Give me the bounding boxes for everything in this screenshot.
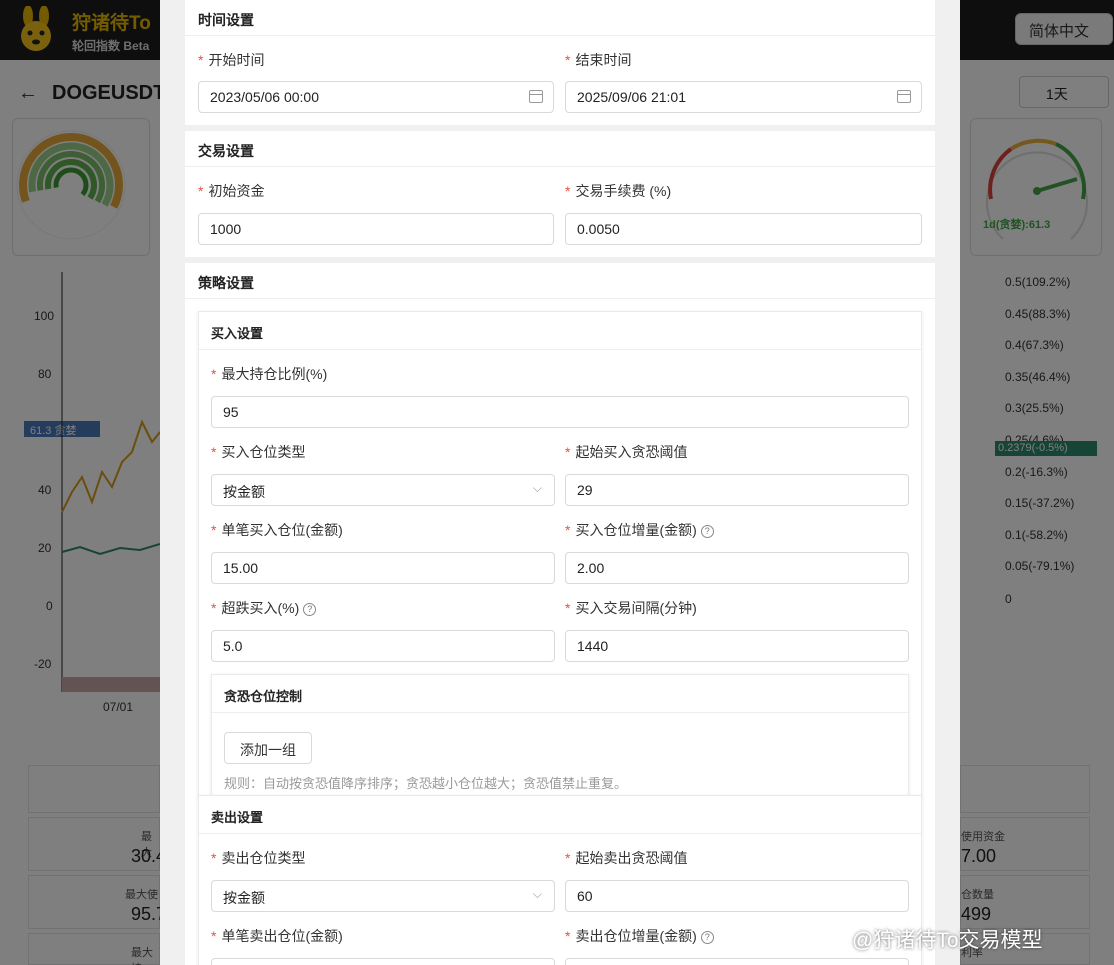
- help-icon[interactable]: ?: [700, 931, 714, 944]
- sell-increment-input[interactable]: [565, 958, 909, 965]
- initial-capital-label: * 初始资金: [198, 183, 265, 199]
- max-position-label: * 最大持仓比例(%): [211, 366, 328, 382]
- sell-position-type-value: 按金额: [223, 890, 265, 906]
- start-time-picker[interactable]: 2023/05/06 00:00: [198, 81, 554, 113]
- buy-position-type-value: 按金额: [223, 484, 265, 500]
- sell-position-type-label: * 卖出仓位类型: [211, 850, 306, 866]
- time-settings-section: 时间设置 * 开始时间 * 结束时间 2023/05/06 00:00 2025/0…: [185, 0, 935, 125]
- trading-fee-label: * 交易手续费 (%): [565, 183, 672, 199]
- sell-start-threshold-input[interactable]: 60: [565, 880, 909, 912]
- buy-interval-input[interactable]: 1440: [565, 630, 909, 662]
- buy-single-position-label: * 单笔买入仓位(金额): [211, 522, 343, 538]
- calendar-icon: [897, 90, 911, 103]
- max-position-input[interactable]: 95: [211, 396, 909, 428]
- sell-single-position-label: * 单笔卖出仓位(金额): [211, 928, 343, 944]
- buy-single-position-input[interactable]: 15.00: [211, 552, 555, 584]
- buy-position-type-select[interactable]: 按金额 ⌵: [211, 474, 555, 506]
- fear-greed-control-card: 贪恐仓位控制 添加一组 规则：自动按贪恐值降序排序；贪恐越小仓位越大；贪恐值禁止…: [211, 674, 909, 800]
- sell-settings-title: 卖出设置: [199, 796, 921, 834]
- rule-text: 规则：自动按贪恐值降序排序；贪恐越小仓位越大；贪恐值禁止重复。: [224, 776, 628, 791]
- dip-buy-input[interactable]: 5.0: [211, 630, 555, 662]
- sell-settings-card: 卖出设置 * 卖出仓位类型 * 起始卖出贪恐阈值 按金额 ⌵ 60 * 单笔卖出仓位(…: [198, 795, 922, 965]
- trade-settings-section: 交易设置 * 初始资金 * 交易手续费 (%) 1000 0.0050: [185, 131, 935, 257]
- sell-increment-label: * 卖出仓位增量(金额)?: [565, 926, 714, 946]
- end-time-picker[interactable]: 2025/09/06 21:01: [565, 81, 922, 113]
- buy-increment-label: * 买入仓位增量(金额)?: [565, 520, 714, 540]
- dip-buy-label: * 超跌买入(%)?: [211, 598, 317, 618]
- calendar-icon: [529, 90, 543, 103]
- watermark: @狩诸待To交易模型: [852, 929, 1043, 952]
- trading-fee-input[interactable]: 0.0050: [565, 213, 922, 245]
- backtest-settings-modal: 时间设置 * 开始时间 * 结束时间 2023/05/06 00:00 2025/0…: [160, 0, 960, 965]
- start-time-value: 2023/05/06 00:00: [210, 89, 319, 105]
- fear-greed-control-title: 贪恐仓位控制: [212, 675, 908, 713]
- sell-start-threshold-label: * 起始卖出贪恐阈值: [565, 850, 688, 866]
- help-icon[interactable]: ?: [700, 525, 714, 538]
- start-time-label: * 开始时间: [198, 52, 265, 68]
- sell-single-position-input[interactable]: [211, 958, 555, 965]
- buy-settings-card: 买入设置 * 最大持仓比例(%) 95 * 买入仓位类型 * 起始买入贪恐阈值 按金额…: [198, 311, 922, 800]
- initial-capital-input[interactable]: 1000: [198, 213, 554, 245]
- section-title: 交易设置: [185, 131, 935, 167]
- chevron-down-icon: ⌵: [532, 887, 542, 901]
- buy-start-threshold-input[interactable]: 29: [565, 474, 909, 506]
- section-title: 时间设置: [185, 0, 935, 36]
- strategy-settings-section: 策略设置 买入设置 * 最大持仓比例(%) 95 * 买入仓位类型 * 起始买入贪恐阈…: [185, 263, 935, 965]
- buy-settings-title: 买入设置: [199, 312, 921, 350]
- end-time-label: * 结束时间: [565, 52, 632, 68]
- end-time-value: 2025/09/06 21:01: [577, 89, 686, 105]
- section-title: 策略设置: [185, 263, 935, 299]
- help-icon[interactable]: ?: [303, 603, 317, 616]
- buy-position-type-label: * 买入仓位类型: [211, 444, 306, 460]
- buy-start-threshold-label: * 起始买入贪恐阈值: [565, 444, 688, 460]
- buy-increment-input[interactable]: 2.00: [565, 552, 909, 584]
- sell-position-type-select[interactable]: 按金额 ⌵: [211, 880, 555, 912]
- add-group-button[interactable]: 添加一组: [224, 732, 312, 764]
- chevron-down-icon: ⌵: [532, 481, 542, 495]
- buy-interval-label: * 买入交易间隔(分钟): [565, 600, 697, 616]
